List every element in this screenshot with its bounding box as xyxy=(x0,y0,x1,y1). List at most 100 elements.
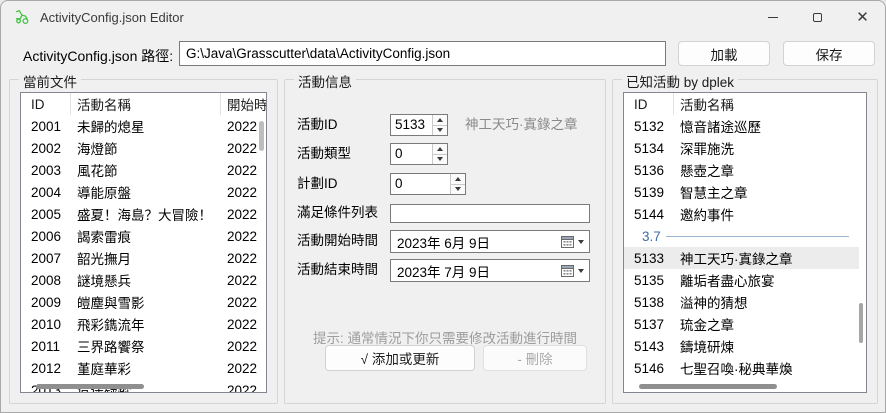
list-item[interactable]: 5146 七聖召喚·秘典華煥 xyxy=(624,357,859,379)
scrollbar-thumb[interactable] xyxy=(859,303,863,343)
list-item[interactable]: 5144 邀約事件 xyxy=(624,203,859,225)
horizontal-scrollbar[interactable] xyxy=(36,384,144,389)
known-activities-panel: 已知活動 by dplek ID 活動名稱 5132 憶音諸途巡歷 5134 深… xyxy=(612,79,878,404)
load-button[interactable]: 加載 xyxy=(678,41,770,66)
cell-name: 謎境懸兵 xyxy=(71,270,221,290)
spinner-buttons xyxy=(450,174,465,194)
cell-name: 堇庭華彩 xyxy=(71,358,221,378)
table-row[interactable]: 2001 未歸的熄星 2022 xyxy=(21,115,259,137)
path-label: ActivityConfig.json 路徑: xyxy=(23,46,173,66)
table-row[interactable]: 2007 韶光撫月 2022 xyxy=(21,247,259,269)
cell-id: 2004 xyxy=(21,185,71,200)
maximize-button[interactable] xyxy=(795,2,840,33)
path-input[interactable] xyxy=(179,41,666,66)
cell-name: 海燈節 xyxy=(71,138,221,158)
cell-id: 5137 xyxy=(624,317,674,332)
activity-type-label: 活動類型 xyxy=(297,143,351,165)
list-item[interactable]: 5138 溢神的猜想 xyxy=(624,291,859,313)
calendar-icon xyxy=(561,235,574,248)
arrow-up-icon xyxy=(437,147,443,151)
cell-id: 2011 xyxy=(21,339,71,354)
dropdown-arrow-icon[interactable] xyxy=(578,269,584,273)
save-button[interactable]: 保存 xyxy=(783,41,875,66)
start-time-label: 活動開始時間 xyxy=(297,230,378,252)
delete-button[interactable]: - 刪除 xyxy=(483,345,587,371)
titlebar: ActivityConfig.json Editor ✕ xyxy=(1,1,885,33)
schedule-id-value[interactable]: 0 xyxy=(391,174,450,194)
arrow-down-icon xyxy=(455,187,461,191)
spinner-buttons xyxy=(432,115,447,135)
col-header-name[interactable]: 活動名稱 xyxy=(71,93,221,115)
close-button[interactable]: ✕ xyxy=(840,2,885,33)
table-row[interactable]: 2005 盛夏！海島？大冒險！ 2022 xyxy=(21,203,259,225)
spin-down-button[interactable] xyxy=(433,155,447,165)
arrow-down-icon xyxy=(437,128,443,132)
spin-down-button[interactable] xyxy=(433,126,447,136)
list-item[interactable]: 5136 懸壺之章 xyxy=(624,159,859,181)
table-row[interactable]: 2009 皚塵與雪影 2022 xyxy=(21,291,259,313)
cell-id: 2009 xyxy=(21,295,71,310)
cell-name: 智慧主之章 xyxy=(674,182,859,202)
known-activities-title: 已知活動 by dplek xyxy=(622,71,738,91)
cell-id: 2010 xyxy=(21,317,71,332)
scrollbar-thumb[interactable] xyxy=(259,121,264,151)
cell-id: 3.7 xyxy=(624,229,666,244)
col-header-start[interactable]: 開始時間 xyxy=(221,93,266,115)
cell-id: 5146 xyxy=(624,361,674,376)
add-or-update-button[interactable]: √ 添加或更新 xyxy=(325,345,475,371)
cell-name: 鑄境研煉 xyxy=(674,336,859,356)
cell-id: 2002 xyxy=(21,141,71,156)
activity-type-value[interactable]: 0 xyxy=(391,144,432,164)
horizontal-scrollbar[interactable] xyxy=(639,384,777,389)
col-header-id[interactable]: ID xyxy=(624,93,674,115)
cell-id: 2008 xyxy=(21,273,71,288)
col-header-id[interactable]: ID xyxy=(21,93,71,115)
activity-info-title: 活動信息 xyxy=(294,71,356,91)
list-item[interactable]: 5135 離垢者盡心旅宴 xyxy=(624,269,859,291)
cell-start: 2022 xyxy=(221,317,259,332)
cell-name: 盛夏！海島？大冒險！ xyxy=(71,204,221,224)
cell-id: 5133 xyxy=(624,251,674,266)
condition-list-input[interactable] xyxy=(390,204,590,223)
calendar-icon xyxy=(561,264,574,277)
spin-up-button[interactable] xyxy=(433,144,447,155)
minimize-icon xyxy=(768,17,778,18)
list-item[interactable]: 5132 憶音諸途巡歷 xyxy=(624,115,859,137)
start-time-picker[interactable]: 2023年 6月 9日 xyxy=(390,230,590,253)
cell-start: 2022 xyxy=(221,273,259,288)
spin-up-button[interactable] xyxy=(433,115,447,126)
list-item[interactable]: 5137 琉金之章 xyxy=(624,313,859,335)
list-item[interactable]: 5139 智慧主之章 xyxy=(624,181,859,203)
start-time-value: 2023年 6月 9日 xyxy=(391,232,561,252)
table-row[interactable]: 2006 謁索雷痕 2022 xyxy=(21,225,259,247)
activity-type-spinner[interactable]: 0 xyxy=(390,143,448,165)
table-row[interactable]: 2011 三界路饗祭 2022 xyxy=(21,335,259,357)
spin-up-button[interactable] xyxy=(451,174,465,185)
activity-id-label: 活動ID xyxy=(297,114,338,136)
table-row[interactable]: 2004 導能原盤 2022 xyxy=(21,181,259,203)
cell-id: 2006 xyxy=(21,229,71,244)
list-item[interactable]: 5133 神工天巧·寘錄之章 xyxy=(624,247,859,269)
list-item[interactable]: 5143 鑄境研煉 xyxy=(624,335,859,357)
col-header-name[interactable]: 活動名稱 xyxy=(674,93,866,115)
table-row[interactable]: 2012 堇庭華彩 2022 xyxy=(21,357,259,379)
vertical-scrollbar[interactable] xyxy=(859,117,865,380)
list-item[interactable]: 5134 深罪施洗 xyxy=(624,137,859,159)
activity-id-value[interactable]: 5133 xyxy=(391,115,432,135)
cell-id: 2003 xyxy=(21,163,71,178)
end-time-picker[interactable]: 2023年 7月 9日 xyxy=(390,259,590,282)
cell-id: 2007 xyxy=(21,251,71,266)
table-row[interactable]: 2003 風花節 2022 xyxy=(21,159,259,181)
dropdown-arrow-icon[interactable] xyxy=(578,240,584,244)
minimize-button[interactable] xyxy=(750,2,795,33)
schedule-id-spinner[interactable]: 0 xyxy=(390,173,466,195)
activity-id-spinner[interactable]: 5133 xyxy=(390,114,448,136)
table-row[interactable]: 2002 海燈節 2022 xyxy=(21,137,259,159)
table-row[interactable]: 2010 飛彩鐫流年 2022 xyxy=(21,313,259,335)
spin-down-button[interactable] xyxy=(451,185,465,195)
table-row[interactable]: 2008 謎境懸兵 2022 xyxy=(21,269,259,291)
cell-id: 5132 xyxy=(624,119,674,134)
arrow-up-icon xyxy=(455,177,461,181)
cell-name: 皚塵與雪影 xyxy=(71,292,221,312)
vertical-scrollbar[interactable] xyxy=(259,117,265,380)
